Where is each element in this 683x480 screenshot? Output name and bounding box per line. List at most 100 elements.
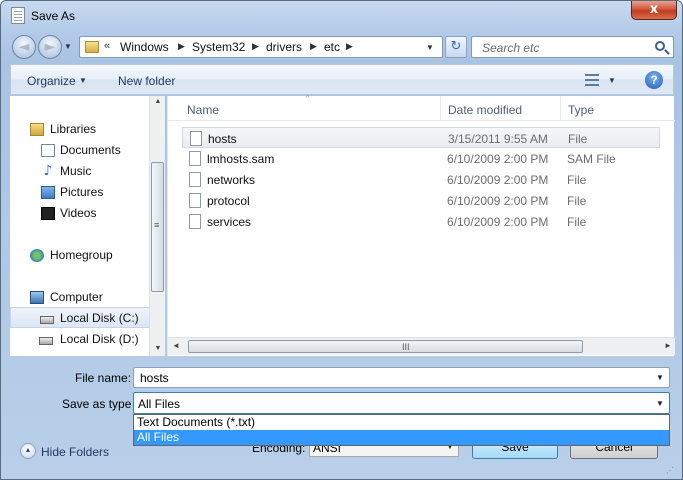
file-date: 6/10/2009 2:00 PM <box>447 194 549 208</box>
file-row[interactable]: networks 6/10/2009 2:00 PM File <box>182 169 660 190</box>
refresh-button[interactable]: ↻ <box>445 36 467 58</box>
column-divider[interactable] <box>440 96 441 121</box>
option-all-files[interactable]: All Files <box>134 430 669 445</box>
homegroup-icon <box>30 249 44 262</box>
address-overflow-button[interactable]: « <box>104 40 110 52</box>
dialog-window: Save As x ◄ ► ▼ « Windows ▶ System32 ▶ d… <box>0 0 683 480</box>
breadcrumb-separator-icon[interactable]: ▶ <box>252 41 259 52</box>
save-as-type-value: All Files <box>138 397 181 411</box>
file-date: 3/15/2011 9:55 AM <box>448 132 548 146</box>
file-row[interactable]: lmhosts.sam 6/10/2009 2:00 PM SAM File <box>182 148 660 169</box>
scroll-up-icon[interactable]: ▲ <box>150 98 166 105</box>
chevron-down-icon[interactable]: ▼ <box>656 399 664 408</box>
sort-ascending-icon: ^ <box>306 95 310 102</box>
column-date-header[interactable]: Date modified <box>448 103 522 117</box>
music-icon: ♪ <box>43 163 53 179</box>
file-type: File <box>568 132 588 146</box>
search-icon[interactable] <box>655 41 665 51</box>
column-divider[interactable] <box>560 96 561 121</box>
sidebar-item-videos[interactable]: Videos <box>10 203 150 224</box>
file-date: 6/10/2009 2:00 PM <box>447 215 549 229</box>
file-row[interactable]: protocol 6/10/2009 2:00 PM File <box>182 190 660 211</box>
save-as-type-select[interactable]: All Files ▼ <box>133 392 670 414</box>
videos-icon <box>41 207 55 220</box>
hide-folders-button[interactable]: Hide Folders <box>41 445 109 459</box>
breadcrumb-system32[interactable]: System32 <box>192 40 245 54</box>
breadcrumb-separator-icon[interactable]: ▶ <box>310 41 317 52</box>
file-icon <box>189 193 201 208</box>
hide-folders-icon[interactable]: ▲ <box>20 443 36 459</box>
file-icon <box>189 214 201 229</box>
organize-button[interactable]: Organize <box>27 74 76 88</box>
drive-icon <box>39 337 53 345</box>
file-name: lmhosts.sam <box>207 152 275 166</box>
close-button[interactable]: x <box>631 1 677 20</box>
option-text-documents[interactable]: Text Documents (*.txt) <box>134 415 669 430</box>
file-row[interactable]: services 6/10/2009 2:00 PM File <box>182 211 660 232</box>
file-type: File <box>567 194 587 208</box>
search-input[interactable]: Search etc <box>471 36 674 58</box>
sidebar-item-label: Computer <box>50 290 103 304</box>
file-name-label: File name: <box>75 371 132 385</box>
address-dropdown-icon[interactable]: ▼ <box>426 43 434 52</box>
navigation-bar: ◄ ► ▼ « Windows ▶ System32 ▶ drivers ▶ e… <box>1 32 682 62</box>
sidebar-item-label: Local Disk (C:) <box>60 311 139 325</box>
sidebar-item-label: Local Disk (D:) <box>60 332 139 346</box>
sidebar-item-local-disk-d[interactable]: Local Disk (D:) <box>10 329 150 350</box>
scrollbar-thumb[interactable]: ≡ <box>151 162 164 292</box>
resize-grip-icon[interactable]: ⋰ <box>666 466 678 478</box>
search-placeholder: Search etc <box>482 41 540 55</box>
sidebar-item-music[interactable]: ♪ Music <box>10 161 150 182</box>
column-name-header[interactable]: Name <box>187 103 219 117</box>
scrollbar-thumb[interactable]: III <box>188 340 583 353</box>
chevron-down-icon[interactable]: ▼ <box>608 76 616 85</box>
file-row[interactable]: hosts 3/15/2011 9:55 AM File <box>182 127 660 148</box>
sidebar-item-libraries[interactable]: Libraries <box>10 119 150 140</box>
file-icon <box>189 151 201 166</box>
breadcrumb-drivers[interactable]: drivers <box>266 40 302 54</box>
grip-icon: ≡ <box>154 220 160 230</box>
new-folder-button[interactable]: New folder <box>118 74 175 88</box>
grip-icon: III <box>402 342 410 352</box>
folder-icon <box>85 41 99 53</box>
sidebar-item-homegroup[interactable]: Homegroup <box>10 245 150 266</box>
address-bar[interactable]: « Windows ▶ System32 ▶ drivers ▶ etc ▶ ▼ <box>79 36 443 58</box>
notepad-icon <box>11 7 25 24</box>
file-name-field[interactable]: hosts ▼ <box>133 367 670 388</box>
sidebar-scrollbar[interactable]: ▲ ≡ ▼ <box>149 96 165 356</box>
file-list-pane: Name ^ Date modified Type hosts 3/15/201… <box>167 95 675 356</box>
sidebar-item-computer[interactable]: Computer <box>10 287 150 308</box>
scroll-left-icon[interactable]: ◄ <box>172 341 180 350</box>
breadcrumb-separator-icon[interactable]: ▶ <box>178 41 185 52</box>
file-name: hosts <box>208 132 237 146</box>
scroll-down-icon[interactable]: ▼ <box>150 345 166 352</box>
chevron-down-icon[interactable]: ▼ <box>656 373 664 382</box>
breadcrumb-etc[interactable]: etc <box>324 40 340 54</box>
breadcrumb-windows[interactable]: Windows <box>120 40 169 54</box>
change-view-icon[interactable] <box>585 74 599 86</box>
documents-icon <box>41 144 55 157</box>
command-toolbar: Organize ▼ New folder ▼ ? <box>10 64 674 95</box>
column-type-header[interactable]: Type <box>568 103 594 117</box>
breadcrumb-separator-icon[interactable]: ▶ <box>346 41 353 52</box>
window-title: Save As <box>31 9 76 23</box>
file-icon <box>189 172 201 187</box>
back-button[interactable]: ◄ <box>12 35 36 59</box>
chevron-down-icon[interactable]: ▼ <box>79 76 87 85</box>
recent-pages-dropdown-icon[interactable]: ▼ <box>64 42 72 51</box>
forward-button[interactable]: ► <box>38 35 62 59</box>
sidebar-item-label: Pictures <box>60 185 104 199</box>
sidebar-item-pictures[interactable]: Pictures <box>10 182 150 203</box>
sidebar-item-documents[interactable]: Documents <box>10 140 150 161</box>
horizontal-scrollbar[interactable]: ◄ III ► <box>168 337 675 355</box>
title-bar[interactable]: Save As x <box>1 1 682 31</box>
sidebar-item-label: Libraries <box>50 122 97 136</box>
file-type: File <box>567 215 587 229</box>
file-icon <box>190 131 202 146</box>
scroll-right-icon[interactable]: ► <box>664 341 672 350</box>
sidebar-item-local-disk-c[interactable]: Local Disk (C:) <box>10 307 150 328</box>
help-icon[interactable]: ? <box>645 71 663 89</box>
file-name: protocol <box>207 194 250 208</box>
file-name-value: hosts <box>140 371 169 385</box>
save-as-type-label: Save as type: <box>62 397 135 411</box>
